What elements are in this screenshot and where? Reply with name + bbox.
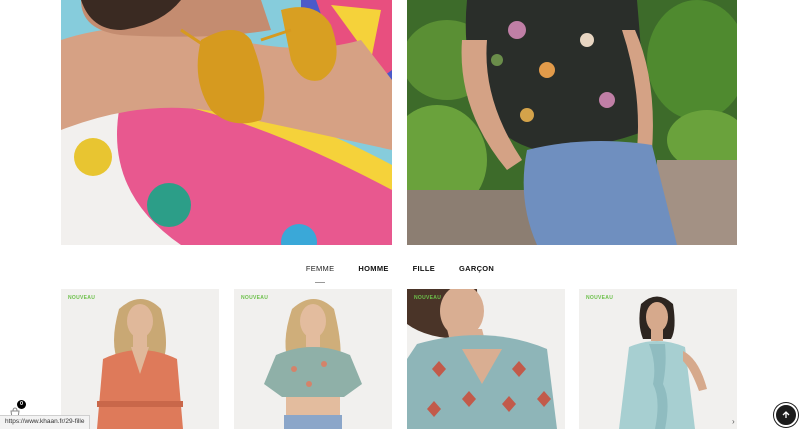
badge-new: NOUVEAU [68, 295, 96, 301]
hero-image-bikini [61, 0, 392, 245]
hero-banner-homme[interactable] [407, 0, 737, 245]
category-tabs: FEMME HOMME FILLE GARÇON [0, 262, 800, 282]
product-image-ruffle-dress [619, 296, 707, 429]
badge-new: NOUVEAU [414, 295, 442, 301]
product-card[interactable]: NOUVEAU [234, 289, 392, 429]
badge-new: NOUVEAU [241, 295, 269, 301]
tab-homme[interactable]: HOMME [356, 262, 390, 282]
tab-fille[interactable]: FILLE [411, 262, 437, 282]
product-image-orange-dress [97, 299, 183, 429]
product-card[interactable]: NOUVEAU [407, 289, 565, 429]
tab-garcon[interactable]: GARÇON [457, 262, 496, 282]
badge-new: NOUVEAU [586, 295, 614, 301]
status-bar-url: https://www.khaan.fr/29-fille [0, 415, 91, 429]
product-card[interactable]: NOUVEAU [579, 289, 737, 429]
hero-banner-femme[interactable] [61, 0, 392, 245]
arrow-up-icon [782, 411, 790, 418]
product-card[interactable]: NOUVEAU [61, 289, 219, 429]
product-image-knotted-top [264, 299, 362, 429]
cart-count-badge: 0 [17, 400, 26, 409]
product-image-patterned-blouse [407, 289, 557, 429]
hero-image-floral-shirt [407, 0, 737, 245]
tab-femme[interactable]: FEMME [304, 262, 337, 282]
carousel-next-icon[interactable]: › [732, 417, 735, 426]
scroll-to-top-button[interactable] [774, 403, 798, 427]
